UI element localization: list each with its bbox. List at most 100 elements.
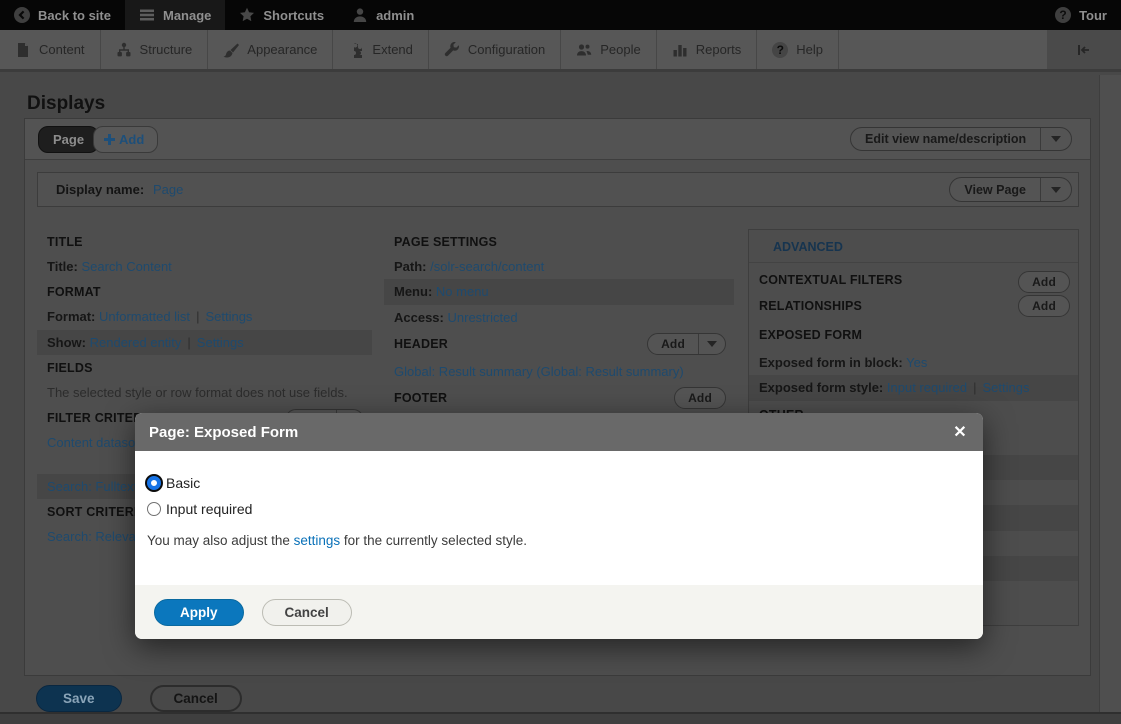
sort-header-label: SORT CRITERIA (47, 505, 147, 519)
menu-item-structure[interactable]: Structure (101, 30, 209, 69)
add-display-label: Add (119, 132, 144, 147)
menu-label: Menu: (394, 284, 432, 299)
section-page-settings-header[interactable]: PAGE SETTINGS (384, 229, 734, 254)
toolbar-spacer (428, 0, 1041, 30)
format-value-link[interactable]: Unformatted list (99, 309, 190, 324)
section-exposed-form-header[interactable]: EXPOSED FORM (749, 321, 1078, 350)
section-fields-header[interactable]: FIELDS (37, 355, 372, 380)
dialog-cancel-button[interactable]: Cancel (262, 599, 352, 626)
section-header-header[interactable]: HEADER Add (384, 330, 734, 359)
manage-tab[interactable]: Manage (125, 0, 225, 30)
section-relationships-header[interactable]: RELATIONSHIPS Add (749, 292, 1078, 321)
header-add-dropdown[interactable] (698, 334, 725, 354)
display-tab-page[interactable]: Page (38, 126, 99, 153)
section-contextual-header[interactable]: CONTEXTUAL FILTERS Add (749, 263, 1078, 292)
radio-input-required-input[interactable] (147, 502, 161, 516)
view-page-button[interactable]: View Page (949, 177, 1072, 202)
plus-icon (104, 134, 115, 145)
header-add-button[interactable]: Add (647, 333, 726, 355)
edit-view-name-button[interactable]: Edit view name/description (850, 127, 1072, 151)
show-label: Show: (47, 335, 86, 350)
footer-header-label: FOOTER (394, 391, 447, 405)
section-format-header[interactable]: FORMAT (37, 279, 372, 304)
path-label: Path: (394, 259, 427, 274)
menu-item-content[interactable]: Content (0, 30, 101, 69)
radio-basic-input[interactable] (147, 476, 161, 490)
file-icon (15, 42, 31, 58)
admin-user-label: admin (376, 8, 414, 23)
header-result-summary-row: Global: Result summary (Global: Result s… (384, 359, 734, 384)
menu-label: People (600, 42, 640, 57)
exposed-style-value-link[interactable]: Input required (887, 380, 967, 395)
relationships-add-button[interactable]: Add (1018, 295, 1070, 317)
menu-item-extend[interactable]: Extend (333, 30, 428, 69)
note-prefix: You may also adjust the (147, 533, 294, 548)
question-icon: ? (772, 42, 788, 58)
admin-user-tab[interactable]: admin (338, 0, 428, 30)
toolbar-orientation-toggle[interactable] (1047, 30, 1121, 72)
menu-value-link[interactable]: No menu (436, 284, 489, 299)
title-row: Title: Search Content (37, 254, 372, 279)
add-display-button[interactable]: Add (93, 126, 158, 153)
page-right-strip (1099, 75, 1121, 724)
add-label: Add (648, 334, 698, 354)
apply-button[interactable]: Apply (154, 599, 244, 626)
menu-item-help[interactable]: ? Help (757, 30, 839, 69)
access-label: Access: (394, 310, 444, 325)
menu-item-reports[interactable]: Reports (657, 30, 758, 69)
fields-empty-text: The selected style or row format does no… (47, 385, 348, 400)
admin-toolbar: Back to site Manage Shortcuts admin ? To… (0, 0, 1121, 30)
settings-link[interactable]: settings (294, 533, 341, 548)
people-icon (576, 42, 592, 58)
path-value-link[interactable]: /solr-search/content (430, 259, 544, 274)
exposed-block-value-link[interactable]: Yes (906, 355, 927, 370)
cancel-button[interactable]: Cancel (150, 685, 242, 712)
menu-item-people[interactable]: People (561, 30, 656, 69)
title-value-link[interactable]: Search Content (81, 259, 171, 274)
puzzle-icon (348, 42, 364, 58)
edit-view-dropdown-toggle[interactable] (1040, 128, 1071, 150)
menu-label: Help (796, 42, 823, 57)
back-to-site-button[interactable]: Back to site (0, 0, 125, 30)
menu-label: Extend (372, 42, 412, 57)
tour-label: Tour (1079, 8, 1107, 23)
format-row: Format: Unformatted list|Settings (37, 304, 372, 329)
display-name-link[interactable]: Page (153, 182, 183, 197)
format-settings-link[interactable]: Settings (205, 309, 252, 324)
radio-option-input-required[interactable]: Input required (147, 501, 969, 517)
menu-item-configuration[interactable]: Configuration (429, 30, 561, 69)
footer-add-button[interactable]: Add (674, 387, 726, 409)
access-row: Access: Unrestricted (384, 305, 734, 330)
separator: | (190, 309, 205, 324)
display-tabs-strip: Page Add Edit view name/description (25, 119, 1090, 160)
dialog-body: Basic Input required You may also adjust… (135, 451, 983, 585)
show-settings-link[interactable]: Settings (197, 335, 244, 350)
format-label: Format: (47, 309, 95, 324)
display-name-bar: Display name: Page View Page (37, 172, 1079, 207)
drupal-views-admin-screen: Back to site Manage Shortcuts admin ? To… (0, 0, 1121, 724)
wrench-icon (444, 42, 460, 58)
contextual-header-label: CONTEXTUAL FILTERS (759, 273, 902, 287)
section-footer-header[interactable]: FOOTER Add (384, 384, 734, 413)
radio-option-basic[interactable]: Basic (147, 475, 969, 491)
menu-label: Reports (696, 42, 742, 57)
menu-label: Structure (140, 42, 193, 57)
dialog-close-button[interactable]: ✕ (949, 421, 971, 443)
result-summary-link[interactable]: Global: Result summary (Global: Result s… (394, 364, 684, 379)
sitemap-icon (116, 42, 132, 58)
column-page-settings: PAGE SETTINGS Path: /solr-search/content… (384, 229, 734, 413)
back-icon (14, 7, 30, 23)
exposed-style-settings-link[interactable]: Settings (983, 380, 1030, 395)
show-value-link[interactable]: Rendered entity (90, 335, 182, 350)
advanced-toggle[interactable]: ADVANCED (749, 230, 1078, 263)
access-value-link[interactable]: Unrestricted (448, 310, 518, 325)
contextual-add-button[interactable]: Add (1018, 271, 1070, 293)
manage-label: Manage (163, 8, 211, 23)
menu-item-appearance[interactable]: Appearance (208, 30, 333, 69)
view-page-dropdown-toggle[interactable] (1040, 178, 1071, 201)
save-button[interactable]: Save (36, 685, 122, 712)
shortcuts-tab[interactable]: Shortcuts (225, 0, 338, 30)
tour-button[interactable]: ? Tour (1041, 0, 1121, 30)
section-title-header[interactable]: TITLE (37, 229, 372, 254)
dialog-titlebar[interactable]: Page: Exposed Form ✕ (135, 413, 983, 451)
